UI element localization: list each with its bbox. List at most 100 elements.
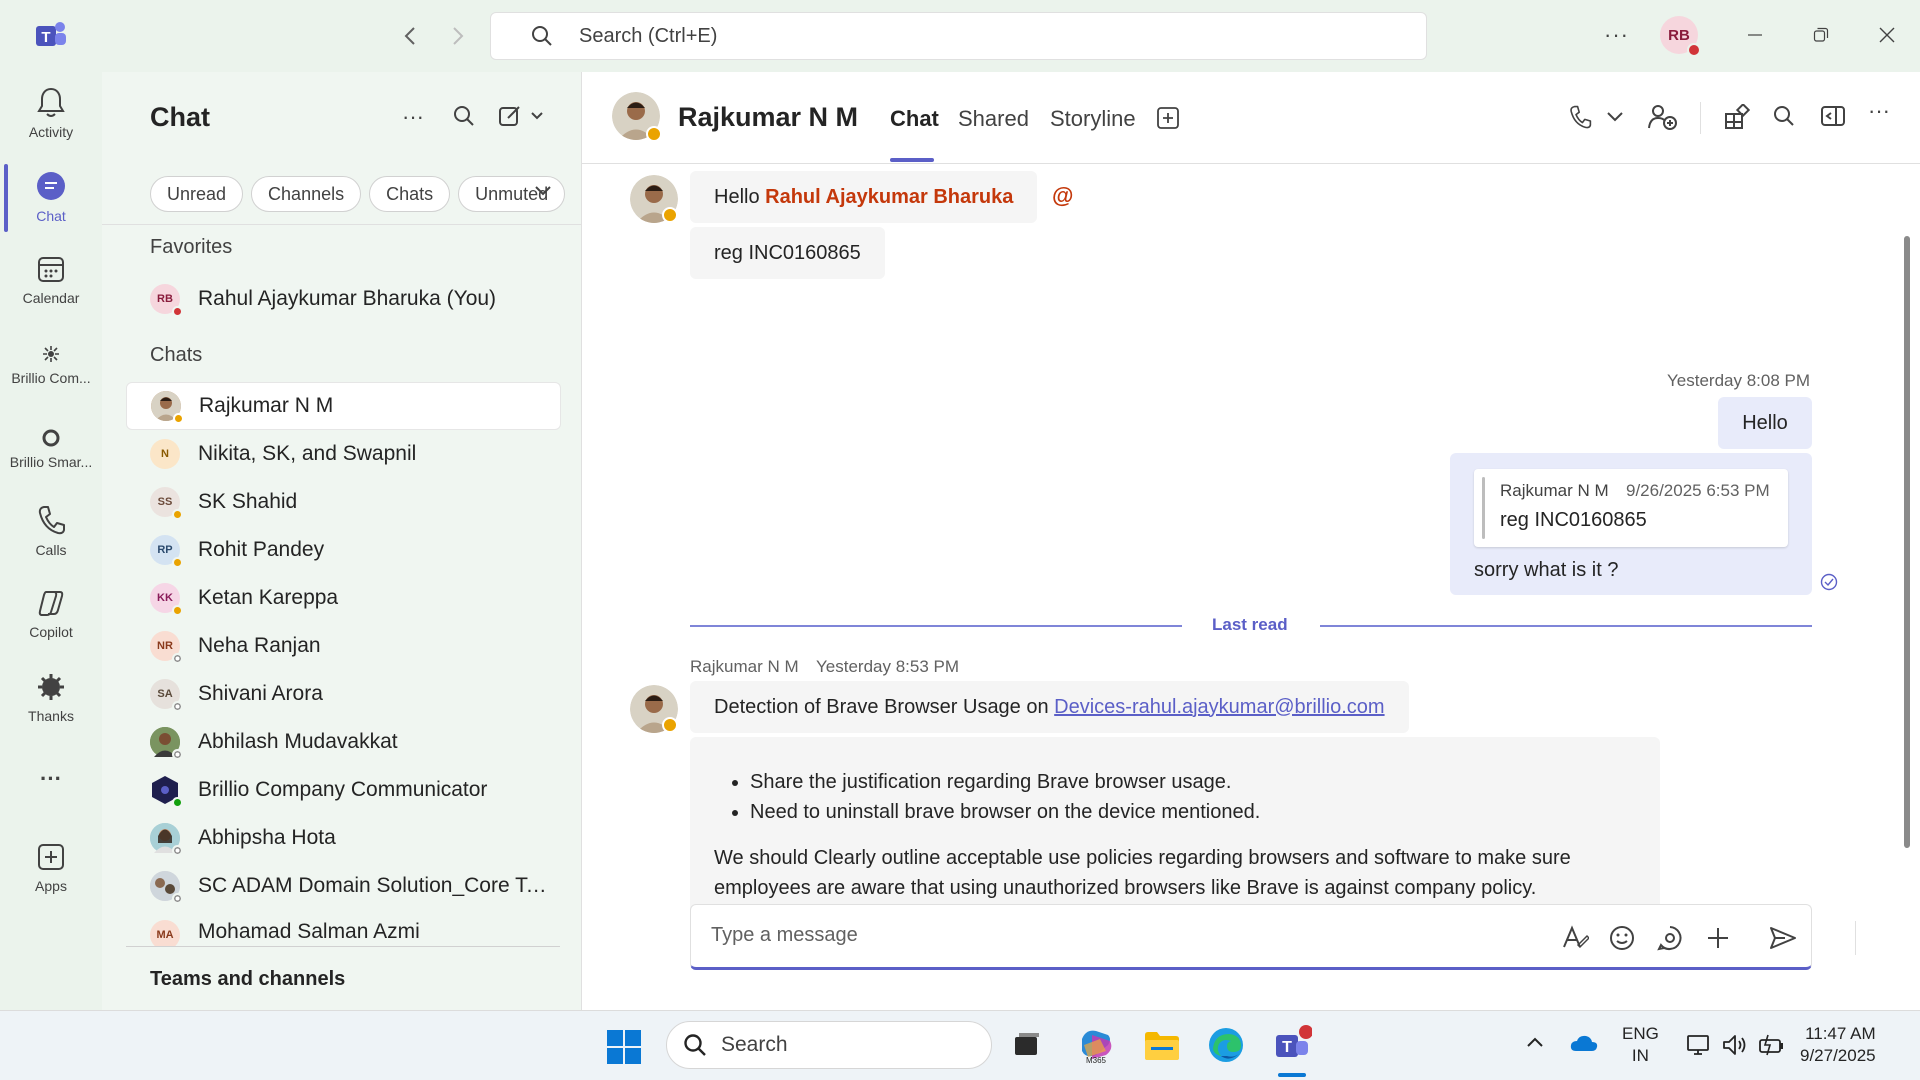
restore-icon[interactable] [1806, 20, 1836, 50]
device-link[interactable]: Devices-rahul.ajaykumar@brillio.com [1054, 696, 1384, 719]
away-status-icon [662, 717, 678, 733]
my-message-bubble[interactable]: Hello [1718, 397, 1812, 449]
show-hidden-icons-chevron-icon[interactable] [1526, 1035, 1544, 1049]
chat-list-pane: Chat ··· Unread Channels Chats Unmuted F… [102, 72, 582, 1010]
chat-row-sc-adam-group[interactable]: SC ADAM Domain Solution_Core Tea... [126, 862, 561, 910]
message-bubble[interactable]: Share the justification regarding Brave … [690, 737, 1660, 921]
rail-item-thanks[interactable]: Thanks [0, 672, 102, 724]
last-read-label: Last read [1212, 615, 1288, 634]
chat-row-sk-shahid[interactable]: SS SK Shahid [126, 478, 561, 526]
avatar [150, 823, 183, 856]
rail-label: Brillio Smar... [9, 454, 93, 470]
chat-row-shivani-arora[interactable]: SA Shivani Arora [126, 670, 561, 718]
chat-row-brillio-communicator[interactable]: Brillio Company Communicator [126, 766, 561, 814]
tab-shared[interactable]: Shared [958, 106, 1029, 132]
taskbar-search[interactable]: Search [666, 1021, 992, 1069]
rail-item-brillio-smart[interactable]: Brillio Smar... [0, 428, 102, 470]
forward-arrow-icon[interactable] [444, 22, 472, 50]
teams-and-channels-header[interactable]: Teams and channels [150, 968, 345, 991]
plus-icon[interactable] [1705, 925, 1731, 951]
pop-out-icon[interactable] [1820, 104, 1846, 128]
chat-more-icon[interactable]: ··· [402, 104, 424, 130]
teams-taskbar-icon[interactable]: T [1272, 1025, 1312, 1065]
chat-row-rajkumar[interactable]: Rajkumar N M [126, 382, 561, 430]
file-explorer-icon[interactable] [1142, 1025, 1182, 1065]
message-paragraph: We should Clearly outline acceptable use… [714, 847, 1571, 899]
add-people-icon[interactable] [1648, 104, 1678, 130]
chats-header[interactable]: Chats [150, 344, 202, 367]
task-view-icon[interactable] [1006, 1025, 1046, 1065]
edge-icon[interactable] [1206, 1025, 1246, 1065]
chat-search-icon[interactable] [452, 104, 476, 128]
rail-item-brillio-comms[interactable]: Brillio Com... [0, 344, 102, 386]
chat-row-mohamad-salman[interactable]: MA Mohamad Salman Azmi [126, 910, 561, 946]
my-avatar[interactable]: RB [1660, 16, 1701, 57]
emoji-icon[interactable] [1609, 925, 1635, 951]
chat-row-abhilash[interactable]: Abhilash Mudavakkat [126, 718, 561, 766]
message-bubble[interactable]: reg INC0160865 [690, 227, 885, 279]
close-icon[interactable] [1872, 20, 1902, 50]
chat-row-name: Abhipsha Hota [198, 826, 336, 849]
rail-label: Chat [36, 208, 66, 224]
copilot-icon [36, 588, 66, 618]
chat-row-nikita-group[interactable]: N Nikita, SK, and Swapnil [126, 430, 561, 478]
chat-row-abhipsha[interactable]: Abhipsha Hota [126, 814, 561, 862]
search-in-chat-icon[interactable] [1772, 104, 1796, 128]
titlebar-more-icon[interactable]: ··· [1604, 22, 1629, 48]
new-chat-icon[interactable] [498, 104, 546, 128]
network-icon[interactable] [1686, 1033, 1712, 1057]
filter-unread[interactable]: Unread [150, 176, 244, 212]
language-indicator[interactable]: ENG IN [1622, 1023, 1659, 1067]
rail-item-activity[interactable]: Activity [0, 86, 102, 140]
volume-icon[interactable] [1722, 1033, 1748, 1057]
message-input[interactable] [709, 923, 1509, 948]
windows-start-icon[interactable] [606, 1029, 642, 1065]
back-arrow-icon[interactable] [396, 22, 424, 50]
call-options-chevron-icon[interactable] [1606, 110, 1624, 124]
minimize-icon[interactable] [1740, 20, 1770, 50]
tab-storyline[interactable]: Storyline [1050, 106, 1136, 132]
divider [1855, 921, 1856, 955]
taskbar-clock[interactable]: 11:47 AM 9/27/2025 [1800, 1023, 1876, 1067]
battery-icon[interactable] [1758, 1033, 1786, 1057]
quoted-message[interactable]: Rajkumar N M 9/26/2025 6:53 PM reg INC01… [1474, 469, 1788, 547]
rail-item-more[interactable]: ··· [0, 766, 102, 792]
apps-grid-icon[interactable] [1724, 104, 1750, 130]
filter-chats[interactable]: Chats [369, 176, 451, 212]
search-icon [683, 1033, 707, 1057]
message-bubble[interactable]: Detection of Brave Browser Usage on Devi… [690, 681, 1409, 733]
rail-item-copilot[interactable]: Copilot [0, 588, 102, 640]
onedrive-icon[interactable] [1570, 1033, 1598, 1053]
chat-row-rohit-pandey[interactable]: RP Rohit Pandey [126, 526, 561, 574]
favorites-header[interactable]: Favorites [150, 236, 232, 259]
chat-row-neha-ranjan[interactable]: NR Neha Ranjan [126, 622, 561, 670]
loop-component-icon[interactable] [1657, 925, 1683, 951]
my-reply-bubble[interactable]: Rajkumar N M 9/26/2025 6:53 PM reg INC01… [1450, 453, 1812, 595]
message-timestamp: Yesterday 8:53 PM [816, 657, 960, 676]
tab-chat[interactable]: Chat [890, 106, 939, 132]
away-status-icon [662, 207, 678, 223]
message-bubble[interactable]: Hello Rahul Ajaykumar Bharuka [690, 171, 1038, 223]
format-icon[interactable] [1561, 925, 1589, 951]
rail-item-calls[interactable]: Calls [0, 504, 102, 558]
message-list: Hello Rahul Ajaykumar Bharuka @ reg INC0… [582, 165, 1920, 965]
chevron-down-icon[interactable] [534, 184, 552, 198]
chat-row-ketan-kareppa[interactable]: KK Ketan Kareppa [126, 574, 561, 622]
my-avatar-initials: RB [1668, 26, 1690, 44]
chat-row-favorite-self[interactable]: RB Rahul Ajaykumar Bharuka (You) [126, 275, 561, 323]
call-icon[interactable] [1568, 104, 1592, 130]
global-search[interactable] [490, 12, 1427, 60]
compose-box[interactable] [690, 904, 1856, 970]
m365-icon[interactable]: M365 [1076, 1025, 1116, 1065]
rail-item-calendar[interactable]: Calendar [0, 254, 102, 306]
add-tab-icon[interactable] [1156, 106, 1180, 130]
rail-item-chat[interactable]: Chat [0, 170, 102, 224]
scrollbar[interactable] [1904, 236, 1910, 848]
send-icon[interactable] [1769, 925, 1797, 951]
mention[interactable]: Rahul Ajaykumar Bharuka [765, 186, 1013, 209]
rail-item-apps[interactable]: Apps [0, 842, 102, 894]
busy-status-icon [1687, 43, 1701, 57]
global-search-input[interactable] [577, 23, 1177, 49]
header-more-icon[interactable]: ··· [1868, 98, 1890, 124]
filter-channels[interactable]: Channels [251, 176, 362, 212]
